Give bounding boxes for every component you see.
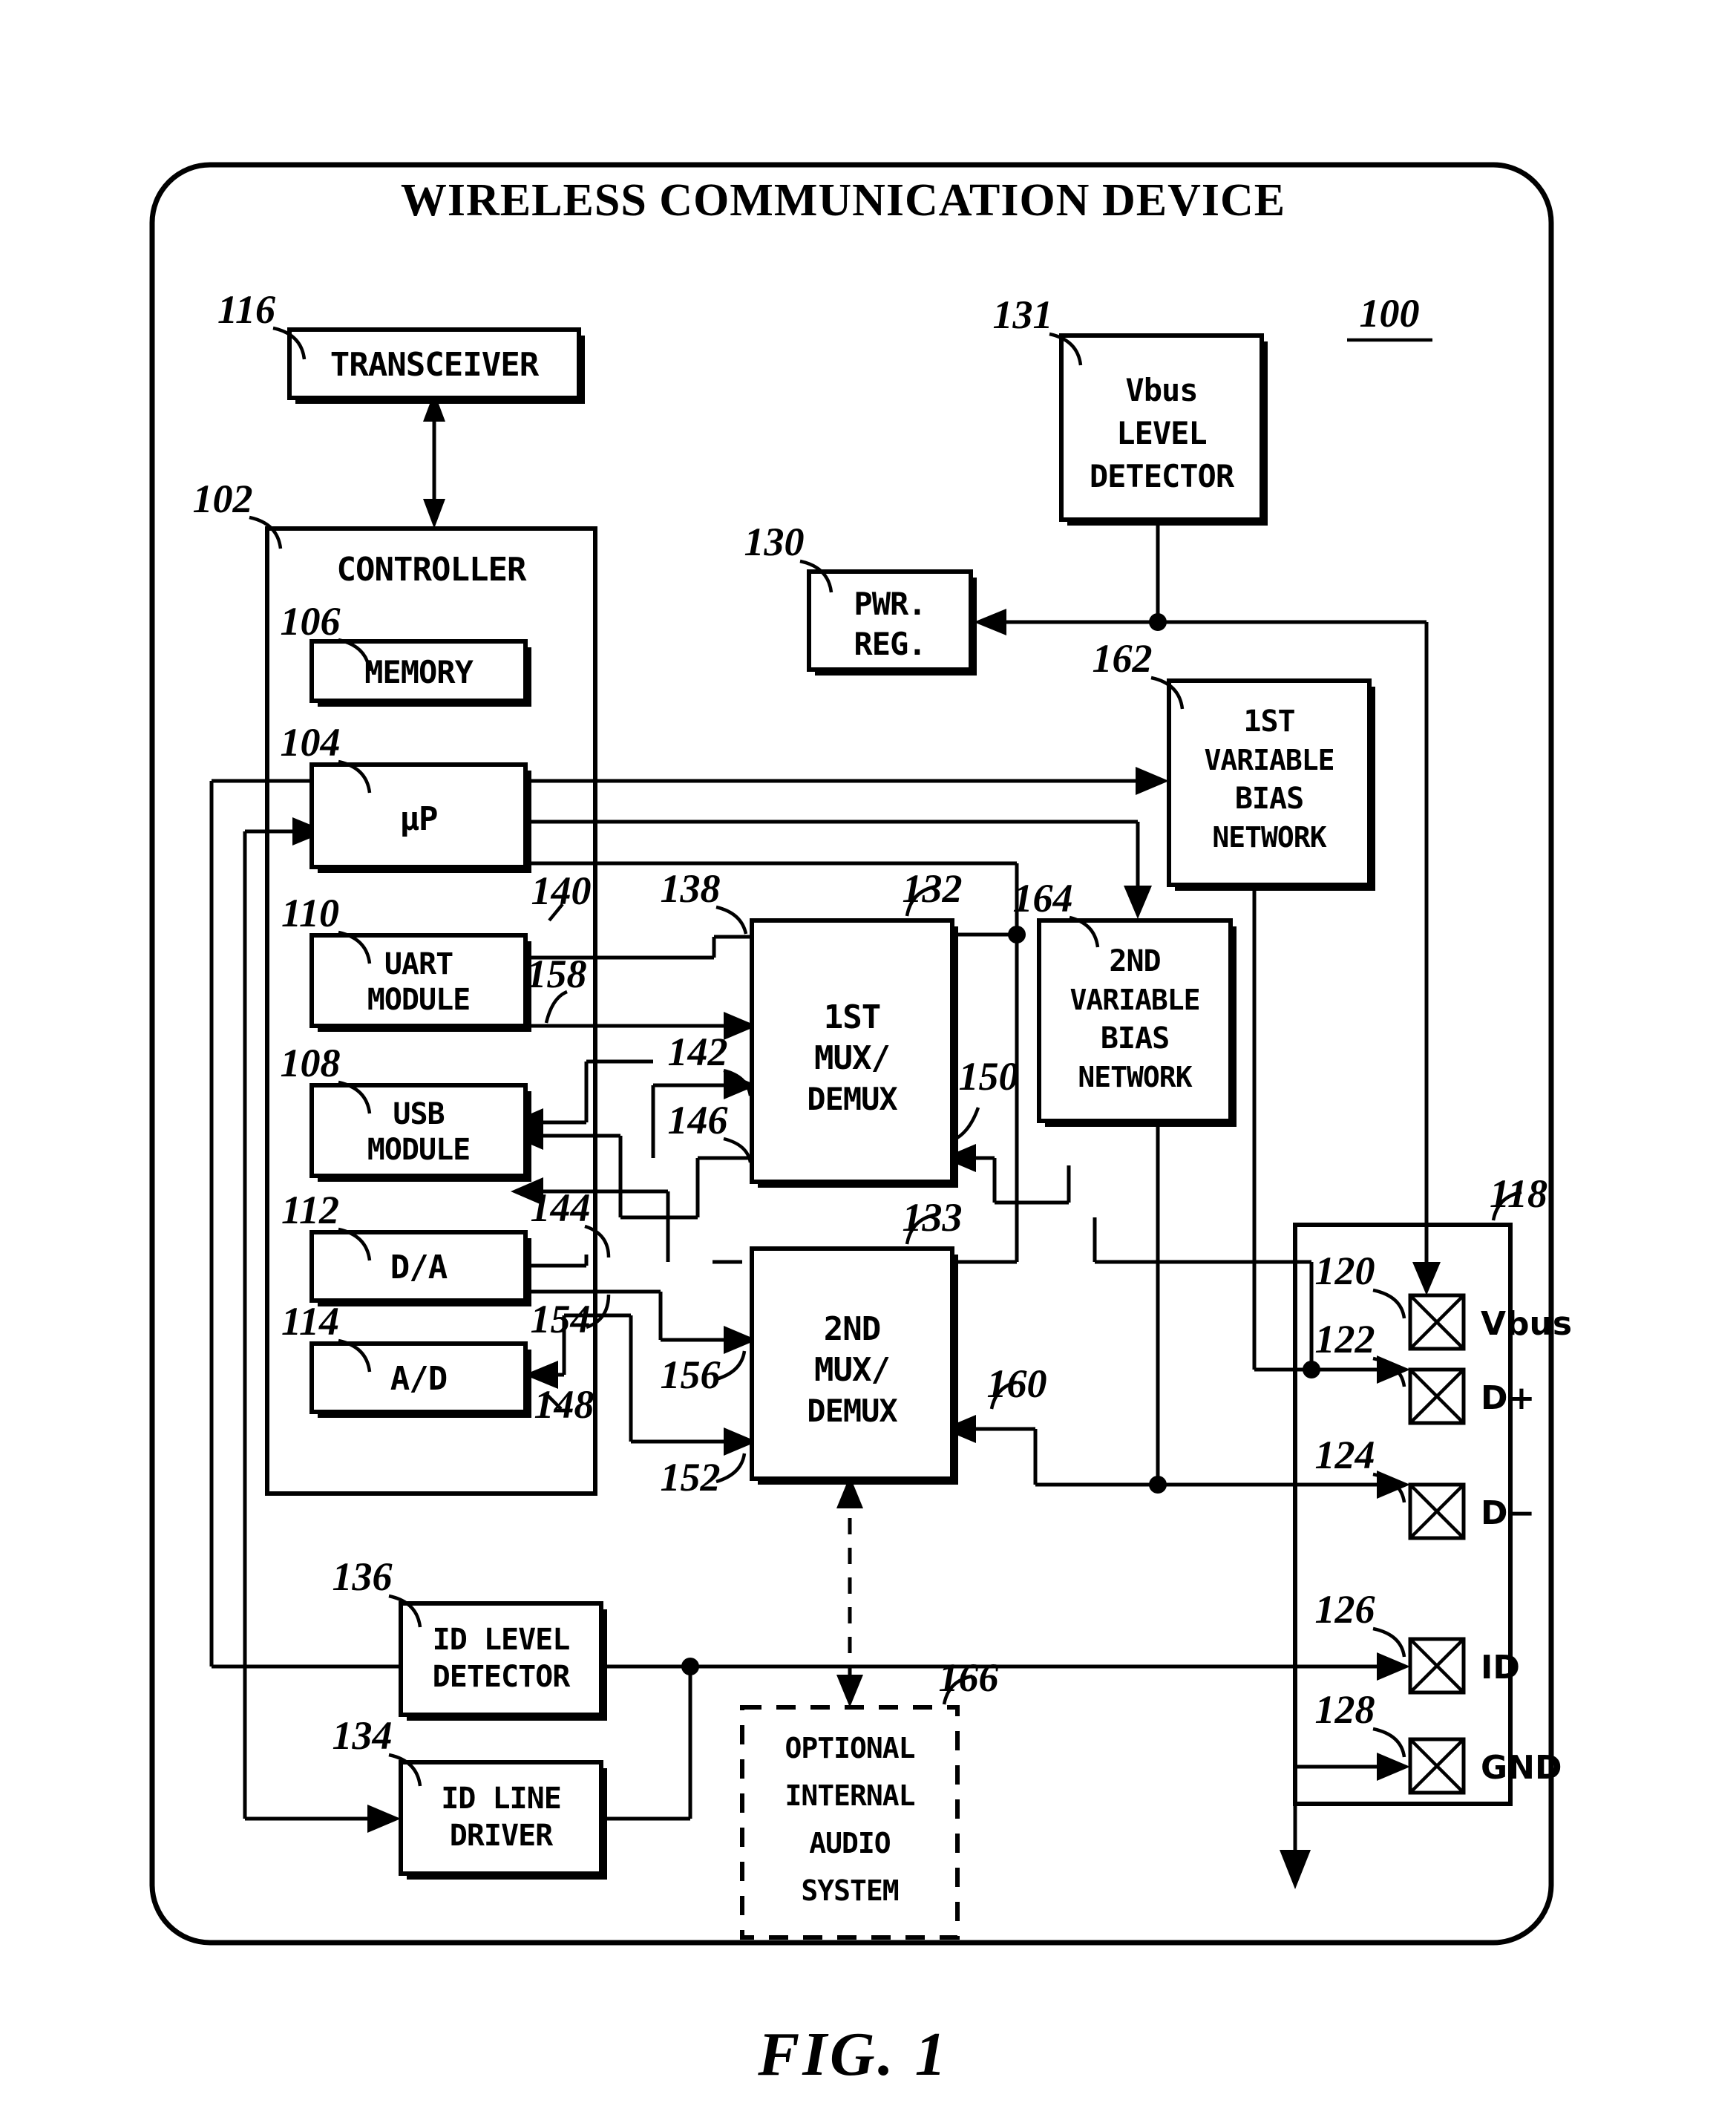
bias1-label-2: VARIABLE <box>1204 744 1334 776</box>
ref-114: 114 <box>281 1299 339 1344</box>
uart-label-2: MODULE <box>367 983 471 1017</box>
block-vbus-level-detector: Vbus LEVEL DETECTOR <box>1059 333 1268 526</box>
ref-150: 150 <box>959 1054 1019 1099</box>
ref-110: 110 <box>281 891 339 935</box>
ref-136: 136 <box>333 1554 393 1599</box>
pin-label-id: ID <box>1481 1649 1520 1687</box>
block-first-mux-demux: 1ST MUX/ DEMUX <box>750 918 958 1188</box>
ref-138: 138 <box>661 866 721 911</box>
page-title: WIRELESS COMMUNICATION DEVICE <box>401 175 1285 226</box>
mux1-label-2: MUX/ <box>814 1039 890 1077</box>
block-power-regulator: PWR. REG. <box>807 569 977 676</box>
mux1-label-3: DEMUX <box>807 1081 897 1117</box>
ref-148: 148 <box>534 1382 595 1427</box>
ref-131: 131 <box>993 292 1053 337</box>
ref-112: 112 <box>281 1188 339 1232</box>
ref-device-100: 100 <box>1360 291 1420 336</box>
bias1-label-1: 1ST <box>1243 704 1294 739</box>
id-line-label-2: DRIVER <box>450 1819 554 1853</box>
microprocessor-label: μP <box>400 800 438 838</box>
pin-label-vbus: Vbus <box>1481 1305 1572 1343</box>
block-second-mux-demux: 2ND MUX/ DEMUX <box>750 1246 958 1485</box>
ref-106: 106 <box>281 599 341 644</box>
ref-158: 158 <box>527 952 587 996</box>
audio-label-1: OPTIONAL <box>785 1732 914 1764</box>
mux2-label-1: 2ND <box>824 1310 880 1348</box>
ref-154: 154 <box>531 1297 591 1341</box>
mux2-label-3: DEMUX <box>807 1393 897 1429</box>
ref-134: 134 <box>333 1713 393 1758</box>
bias1-label-4: NETWORK <box>1212 821 1326 854</box>
block-memory: MEMORY <box>309 639 531 707</box>
block-id-line-driver: ID LINE DRIVER <box>399 1760 607 1880</box>
block-optional-internal-audio-system: OPTIONAL INTERNAL AUDIO SYSTEM <box>740 1705 960 1940</box>
ref-124: 124 <box>1315 1433 1375 1477</box>
ref-104: 104 <box>281 720 341 765</box>
block-adc: A/D <box>309 1341 531 1418</box>
ref-116: 116 <box>217 287 275 332</box>
usb-label-1: USB <box>393 1097 444 1131</box>
id-level-label-2: DETECTOR <box>433 1660 571 1694</box>
mux1-label-1: 1ST <box>824 998 880 1036</box>
memory-label: MEMORY <box>364 654 474 690</box>
id-level-label-1: ID LEVEL <box>433 1623 570 1657</box>
bias2-label-3: BIAS <box>1101 1021 1169 1056</box>
bias2-label-1: 2ND <box>1109 944 1160 978</box>
audio-label-3: AUDIO <box>809 1827 891 1860</box>
ref-120: 120 <box>1315 1249 1375 1293</box>
block-first-variable-bias-network: 1ST VARIABLE BIAS NETWORK <box>1167 678 1375 891</box>
ref-122: 122 <box>1315 1317 1375 1361</box>
bias1-label-3: BIAS <box>1235 782 1303 816</box>
block-dac: D/A <box>309 1230 531 1306</box>
adc-label: A/D <box>390 1360 447 1398</box>
ref-162: 162 <box>1093 636 1153 681</box>
vbus-detector-label-3: DETECTOR <box>1090 458 1235 494</box>
ref-142: 142 <box>668 1030 728 1074</box>
block-transceiver: TRANSCEIVER <box>287 327 585 404</box>
pwr-reg-label-2: REG. <box>854 626 926 662</box>
ref-126: 126 <box>1315 1587 1375 1632</box>
block-uart-module: UART MODULE <box>309 933 531 1032</box>
pin-label-dminus: D− <box>1481 1494 1535 1532</box>
dac-label: D/A <box>390 1249 448 1286</box>
controller-label: CONTROLLER <box>337 551 527 589</box>
vbus-detector-label-1: Vbus <box>1125 372 1197 408</box>
ref-102: 102 <box>193 477 253 521</box>
transceiver-label: TRANSCEIVER <box>330 346 540 384</box>
pin-label-gnd: GND <box>1481 1749 1562 1787</box>
block-second-variable-bias-network: 2ND VARIABLE BIAS NETWORK <box>1037 918 1237 1127</box>
ref-146: 146 <box>668 1098 728 1142</box>
block-microprocessor: μP <box>309 762 531 873</box>
block-usb-module: USB MODULE <box>309 1083 531 1182</box>
audio-label-4: SYSTEM <box>801 1874 898 1907</box>
ref-108: 108 <box>281 1041 341 1085</box>
ref-152: 152 <box>661 1455 721 1499</box>
ref-144: 144 <box>531 1185 591 1230</box>
ref-156: 156 <box>661 1353 721 1397</box>
bias2-label-2: VARIABLE <box>1070 984 1199 1016</box>
block-id-level-detector: ID LEVEL DETECTOR <box>399 1601 607 1721</box>
vbus-detector-label-2: LEVEL <box>1116 415 1206 451</box>
figure-caption: FIG. 1 <box>757 2020 949 2089</box>
patent-figure-page: WIRELESS COMMUNICATION DEVICE 100 CONTRO… <box>0 0 1736 2126</box>
usb-label-2: MODULE <box>367 1133 471 1167</box>
pwr-reg-label-1: PWR. <box>854 586 926 622</box>
ref-130: 130 <box>744 520 805 564</box>
uart-label-1: UART <box>384 947 453 981</box>
id-line-label-1: ID LINE <box>441 1782 561 1816</box>
ref-128: 128 <box>1315 1687 1375 1732</box>
ref-164: 164 <box>1013 876 1073 920</box>
audio-label-2: INTERNAL <box>785 1779 914 1812</box>
pin-label-dplus: D+ <box>1481 1379 1535 1417</box>
mux2-label-2: MUX/ <box>814 1351 890 1389</box>
bias2-label-4: NETWORK <box>1078 1061 1192 1093</box>
